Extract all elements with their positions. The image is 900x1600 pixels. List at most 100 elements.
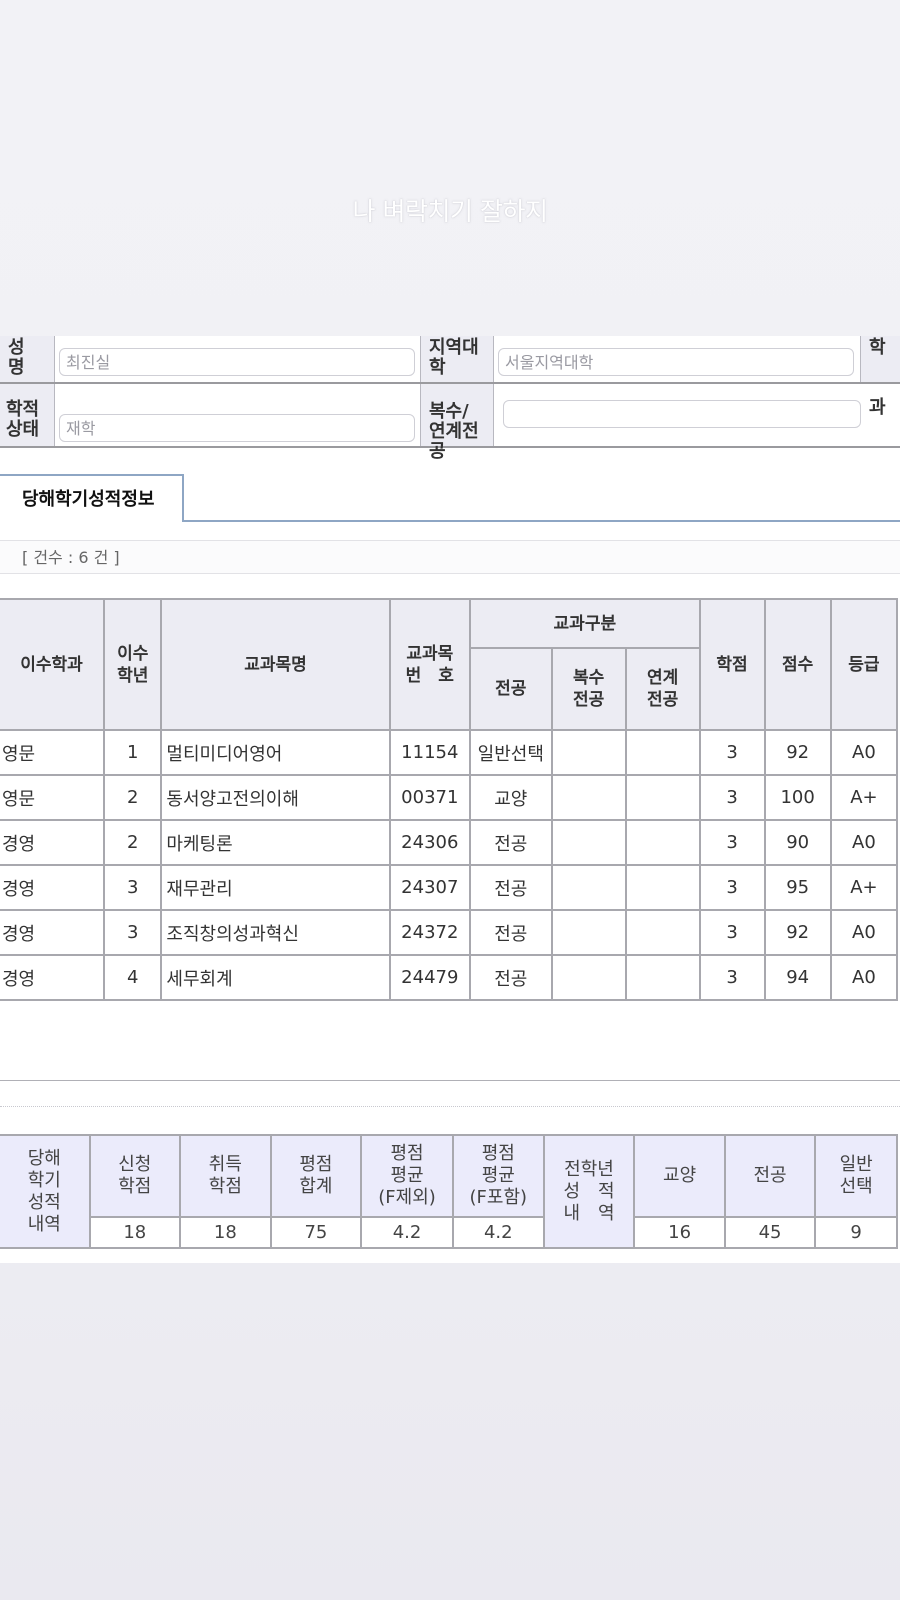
cell-dept: 경영 (0, 909, 105, 956)
header-credit: 학점 (698, 598, 766, 731)
cell-grade: A+ (829, 774, 899, 821)
cell-course-name: 마케팅론 (160, 819, 391, 866)
cell-major: 전공 (469, 864, 553, 911)
divider (0, 1080, 900, 1081)
table-row: 영문 2 동서양고전의이해 00371 교양 3 100 A+ (0, 774, 899, 821)
header-course-no: 교과목 번 호 (388, 598, 472, 731)
grades-table: 이수학과 이수 학년 교과목명 교과목 번 호 교과구분 학점 점수 등급 전공… (0, 598, 899, 1001)
gpa-incl-f-value: 4.2 (451, 1216, 545, 1249)
cell-credit: 3 (698, 774, 766, 821)
cell-linked-major (624, 819, 701, 866)
tab-underline (184, 520, 900, 522)
region-label: 지역대 학 (421, 336, 493, 382)
header-double-major: 복수 전공 (550, 647, 627, 731)
header-major: 전공 (469, 647, 553, 731)
elective-credits-label: 일반 선택 (814, 1134, 898, 1218)
double-major-field[interactable] (503, 400, 861, 428)
cell-course-no: 11154 (388, 729, 472, 776)
course-label: 과 (861, 384, 900, 446)
cell-credit: 3 (698, 954, 766, 1001)
cell-score: 92 (763, 729, 832, 776)
cell-linked-major (624, 864, 701, 911)
cell-score: 95 (763, 864, 832, 911)
cell-year: 3 (102, 909, 163, 956)
region-field[interactable]: 서울지역대학 (498, 348, 854, 376)
cell-credit: 3 (698, 729, 766, 776)
cell-dept: 경영 (0, 819, 105, 866)
summary-title: 당해 학기 성적 내역 (0, 1134, 91, 1249)
double-major-label: 복수/ 연계전 공 (421, 384, 493, 462)
cell-year: 2 (102, 819, 163, 866)
cell-course-no: 24479 (388, 954, 472, 1001)
cell-major: 일반선택 (469, 729, 553, 776)
cell-double-major (550, 774, 627, 821)
dept-label: 학 (861, 336, 900, 382)
name-field[interactable]: 최진실 (59, 348, 415, 376)
gpa-excl-f-label: 평점 평균 (F제외) (360, 1134, 454, 1218)
cell-dept: 영문 (0, 729, 105, 776)
major-credits-label: 전공 (723, 1134, 817, 1218)
cell-grade: A0 (829, 729, 899, 776)
table-row: 경영 3 재무관리 24307 전공 3 95 A+ (0, 864, 899, 911)
cell-dept: 영문 (0, 774, 105, 821)
gpa-excl-f-value: 4.2 (360, 1216, 454, 1249)
cell-course-no: 24372 (388, 909, 472, 956)
name-label: 성 명 (0, 336, 54, 382)
cell-score: 100 (763, 774, 832, 821)
cell-score: 92 (763, 909, 832, 956)
cell-grade: A0 (829, 819, 899, 866)
cell-course-no: 24307 (388, 864, 472, 911)
cell-course-name: 멀티미디어영어 (160, 729, 391, 776)
grade-total-label: 평점 합계 (269, 1134, 363, 1218)
cell-score: 90 (763, 819, 832, 866)
cell-linked-major (624, 774, 701, 821)
gpa-incl-f-label: 평점 평균 (F포함) (451, 1134, 545, 1218)
cell-major: 교양 (469, 774, 553, 821)
cell-year: 3 (102, 864, 163, 911)
tab-current-semester[interactable]: 당해학기성적정보 (0, 474, 184, 522)
cell-course-no: 24306 (388, 819, 472, 866)
elective-credits-value: 9 (814, 1216, 898, 1249)
applied-credits-label: 신청 학점 (88, 1134, 182, 1218)
cell-grade: A0 (829, 909, 899, 956)
cell-score: 94 (763, 954, 832, 1001)
table-row: 경영 4 세무회계 24479 전공 3 94 A0 (0, 954, 899, 1001)
grade-total-value: 75 (269, 1216, 363, 1249)
earned-credits-value: 18 (179, 1216, 272, 1249)
cell-double-major (550, 819, 627, 866)
table-row: 경영 2 마케팅론 24306 전공 3 90 A0 (0, 819, 899, 866)
cell-course-name: 동서양고전의이해 (160, 774, 391, 821)
header-course-name: 교과목명 (160, 598, 391, 731)
applied-credits-value: 18 (88, 1216, 182, 1249)
cell-major: 전공 (469, 954, 553, 1001)
cell-major: 전공 (469, 819, 553, 866)
header-category: 교과구분 (469, 598, 701, 649)
cell-grade: A0 (829, 954, 899, 1001)
cell-linked-major (624, 954, 701, 1001)
cell-course-name: 세무회계 (160, 954, 391, 1001)
table-row: 경영 3 조직창의성과혁신 24372 전공 3 92 A0 (0, 909, 899, 956)
cell-linked-major (624, 909, 701, 956)
cell-course-no: 00371 (388, 774, 472, 821)
grade-panel: 성 명 최진실 지역대 학 서울지역대학 학 학적 상태 재학 복수/ 연계전 … (0, 336, 900, 1263)
cell-linked-major (624, 729, 701, 776)
header-linked-major: 연계 전공 (624, 647, 701, 731)
cell-major: 전공 (469, 909, 553, 956)
cell-double-major (550, 729, 627, 776)
overlay-caption: 나 벼락치기 잘하지 (352, 197, 548, 226)
status-label: 학적 상태 (0, 384, 54, 446)
info-row-2: 학적 상태 재학 복수/ 연계전 공 과 (0, 384, 900, 462)
header-year: 이수 학년 (102, 598, 163, 731)
major-credits-value: 45 (723, 1216, 817, 1249)
header-grade: 등급 (829, 598, 899, 731)
general-credits-value: 16 (633, 1216, 726, 1249)
status-field[interactable]: 재학 (59, 414, 415, 442)
cell-course-name: 조직창의성과혁신 (160, 909, 391, 956)
cell-year: 1 (102, 729, 163, 776)
cell-year: 4 (102, 954, 163, 1001)
general-credits-label: 교양 (633, 1134, 726, 1218)
cell-credit: 3 (698, 819, 766, 866)
cell-double-major (550, 864, 627, 911)
cell-dept: 경영 (0, 864, 105, 911)
semester-summary-table: 당해 학기 성적 내역 신청 학점 취득 학점 평점 합계 평점 평균 (F제외… (0, 1134, 898, 1249)
